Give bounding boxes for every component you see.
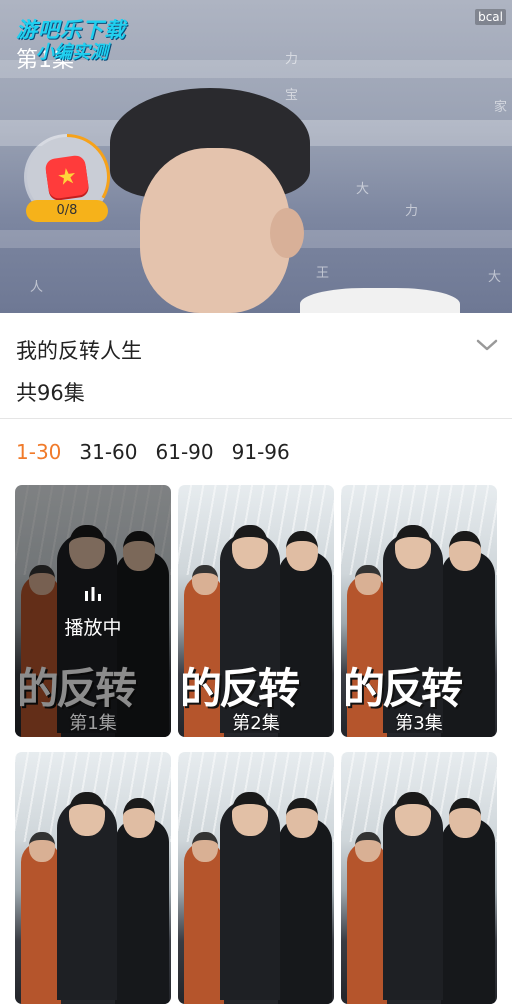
episode-card-4[interactable]: [15, 752, 171, 1004]
reward-badge[interactable]: ★ 0/8: [24, 134, 110, 222]
bg-glyph: 家: [494, 100, 508, 115]
chevron-down-icon[interactable]: [476, 337, 498, 353]
playing-equalizer-icon: [85, 587, 101, 601]
episode-range-tabs: 1-30 31-60 61-90 91-96: [0, 419, 512, 485]
episode-card-6[interactable]: [341, 752, 497, 1004]
drama-title: 我的反转人生: [16, 339, 142, 363]
poster-title: 的反转: [180, 664, 300, 713]
gift-icon: ★: [44, 154, 90, 200]
reward-progress: 0/8: [26, 200, 108, 222]
watermark-line2: 小编实测: [36, 42, 108, 63]
episode-label: 第3集: [395, 713, 443, 734]
episode-label: 第2集: [232, 713, 280, 734]
tab-range-91-96[interactable]: 91-96: [232, 440, 290, 464]
corner-tag: bcal: [475, 9, 506, 25]
bg-glyph: 力: [405, 204, 419, 219]
episode-card-2[interactable]: 的反转 第2集: [178, 485, 334, 737]
now-playing-label: 播放中: [64, 617, 122, 639]
poster-title: 的反转: [343, 664, 463, 713]
tab-range-1-30[interactable]: 1-30: [16, 440, 61, 464]
bg-glyph: 大: [356, 182, 370, 197]
episode-card-3[interactable]: 的反转 第3集: [341, 485, 497, 737]
bg-glyph: 人: [30, 280, 44, 295]
drama-info: 我的反转人生 共96集: [0, 313, 512, 419]
episode-label: 第1集: [69, 713, 117, 734]
episode-card-5[interactable]: [178, 752, 334, 1004]
video-player[interactable]: 力 宝 家 大 反 王 大 人 力 游吧乐下载 第1集 小编实测 bcal ★ …: [0, 0, 512, 313]
playing-overlay: [15, 485, 171, 737]
episode-card-1[interactable]: 的反转 播放中 第1集: [15, 485, 171, 737]
bg-glyph: 力: [285, 52, 299, 67]
actor-figure: [100, 88, 460, 313]
tab-range-61-90[interactable]: 61-90: [156, 440, 214, 464]
tab-range-31-60[interactable]: 31-60: [79, 440, 137, 464]
bg-glyph: 大: [488, 270, 502, 285]
episode-count: 共96集: [16, 381, 85, 405]
